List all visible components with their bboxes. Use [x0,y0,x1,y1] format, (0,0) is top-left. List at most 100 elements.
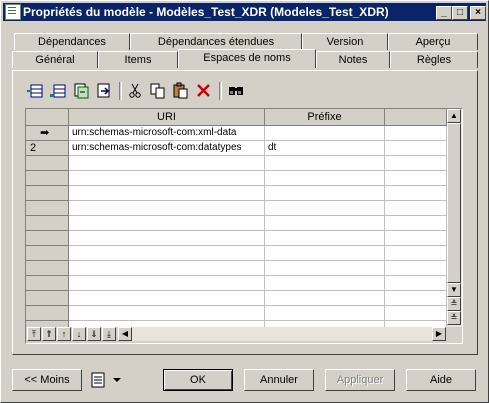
tab-notes[interactable]: Notes [316,51,390,68]
tab-espaces-de-noms[interactable]: Espaces de noms [178,49,316,68]
cell-uri[interactable] [69,156,265,171]
cell-uri[interactable] [69,171,265,186]
cell-uri[interactable] [69,186,265,201]
cell-empty [385,231,447,246]
add-row-icon[interactable] [49,82,67,100]
column-header-empty [385,109,447,126]
find-icon[interactable] [227,82,245,100]
cell-uri[interactable]: urn:schemas-microsoft-com:xml-data [69,126,265,141]
tab-apercu[interactable]: Aperçu [388,33,478,50]
less-button[interactable]: << Moins [12,369,82,391]
page-up-row-icon[interactable]: ⇑ [42,327,56,341]
model-icon [5,4,21,20]
grid-footer: ⤒ ⇑ ↑ ↓ ⇓ ⤓ ◀ ▶ [26,327,462,343]
cell-empty [385,246,447,261]
cell-prefix[interactable] [265,171,385,186]
first-row-icon[interactable]: ⤒ [27,327,41,341]
next-row-icon[interactable]: ↓ [72,327,86,341]
cell-uri[interactable] [69,261,265,276]
row-header[interactable] [26,156,69,171]
toolbar-separator [219,82,222,100]
close-button[interactable]: × [470,6,486,20]
scroll-up-icon[interactable]: ▲ [447,109,461,123]
cell-uri[interactable] [69,246,265,261]
cell-empty [385,141,447,156]
row-header[interactable] [26,291,69,306]
row-header[interactable] [26,171,69,186]
cell-empty [385,291,447,306]
scroll-right-icon[interactable]: ▶ [432,327,446,341]
row-header[interactable] [26,276,69,291]
tab-regles[interactable]: Règles [390,51,478,68]
cell-uri[interactable] [69,201,265,216]
row-header[interactable] [26,216,69,231]
cell-empty [385,171,447,186]
row-header[interactable] [26,186,69,201]
cell-prefix[interactable] [265,201,385,216]
page-down-row-icon[interactable]: ⇓ [87,327,101,341]
help-button[interactable]: Aide [406,369,476,391]
horizontal-scroll-track[interactable] [132,327,432,341]
column-header-prefix[interactable]: Préfixe [265,109,385,126]
cell-uri[interactable]: urn:schemas-microsoft-com:datatypes [69,141,265,156]
cell-prefix[interactable] [265,156,385,171]
cell-prefix[interactable] [265,231,385,246]
cell-prefix[interactable] [265,306,385,321]
toolbar-separator [119,82,122,100]
delete-icon[interactable] [195,82,213,100]
cell-prefix[interactable] [265,261,385,276]
cell-prefix[interactable] [265,291,385,306]
row-header[interactable] [26,231,69,246]
vertical-scrollbar[interactable]: ▲ ▼ ≙ ≚ [447,109,462,327]
add-objects-icon[interactable] [72,82,90,100]
cell-prefix[interactable] [265,246,385,261]
cell-prefix[interactable] [265,276,385,291]
row-header[interactable]: 2 [26,141,69,156]
scroll-down-icon[interactable]: ▼ [447,283,461,297]
namespaces-grid[interactable]: URI Préfixe ➡ urn:schemas-microsoft-com:x… [25,108,463,344]
scroll-thumb[interactable] [447,123,461,283]
apply-button[interactable]: Appliquer [325,369,395,391]
cell-uri[interactable] [69,276,265,291]
row-header[interactable] [26,261,69,276]
menu-dropdown[interactable] [89,370,129,390]
cancel-button[interactable]: Annuler [244,369,314,391]
cell-empty [385,216,447,231]
cell-prefix[interactable] [265,126,385,141]
cut-icon[interactable] [126,82,144,100]
tab-general[interactable]: Général [12,51,98,68]
row-header[interactable] [26,306,69,321]
page-down-icon[interactable]: ≚ [447,311,461,325]
cell-prefix[interactable]: dt [265,141,385,156]
tab-version[interactable]: Version [302,33,388,50]
current-row-arrow-icon: ➡ [40,127,50,139]
ok-button[interactable]: OK [163,369,233,391]
last-row-icon[interactable]: ⤓ [102,327,116,341]
tab-dependances-etendues[interactable]: Dépendances étendues [130,33,302,50]
cell-uri[interactable] [69,231,265,246]
tab-dependances[interactable]: Dépendances [14,33,130,50]
cell-empty [385,186,447,201]
copy-icon[interactable] [149,82,167,100]
tab-items[interactable]: Items [98,51,178,68]
column-header-uri[interactable]: URI [69,109,265,126]
cell-prefix[interactable] [265,186,385,201]
cell-prefix[interactable] [265,216,385,231]
row-header[interactable]: ➡ [26,126,69,141]
scroll-left-icon[interactable]: ◀ [118,327,132,341]
insert-row-icon[interactable] [26,82,44,100]
cell-uri[interactable] [69,291,265,306]
previous-row-icon[interactable]: ↑ [57,327,71,341]
cell-uri[interactable] [69,306,265,321]
import-icon[interactable] [95,82,113,100]
row-header[interactable] [26,246,69,261]
page-up-icon[interactable]: ≙ [447,297,461,311]
maximize-button[interactable]: □ [452,6,468,20]
cell-empty [385,306,447,321]
row-header[interactable] [26,201,69,216]
paste-icon[interactable] [172,82,190,100]
title-bar[interactable]: Propriétés du modèle - Modèles_Test_XDR … [3,3,486,21]
cell-uri[interactable] [69,216,265,231]
cell-empty [385,126,447,141]
minimize-button[interactable]: _ [436,6,452,20]
